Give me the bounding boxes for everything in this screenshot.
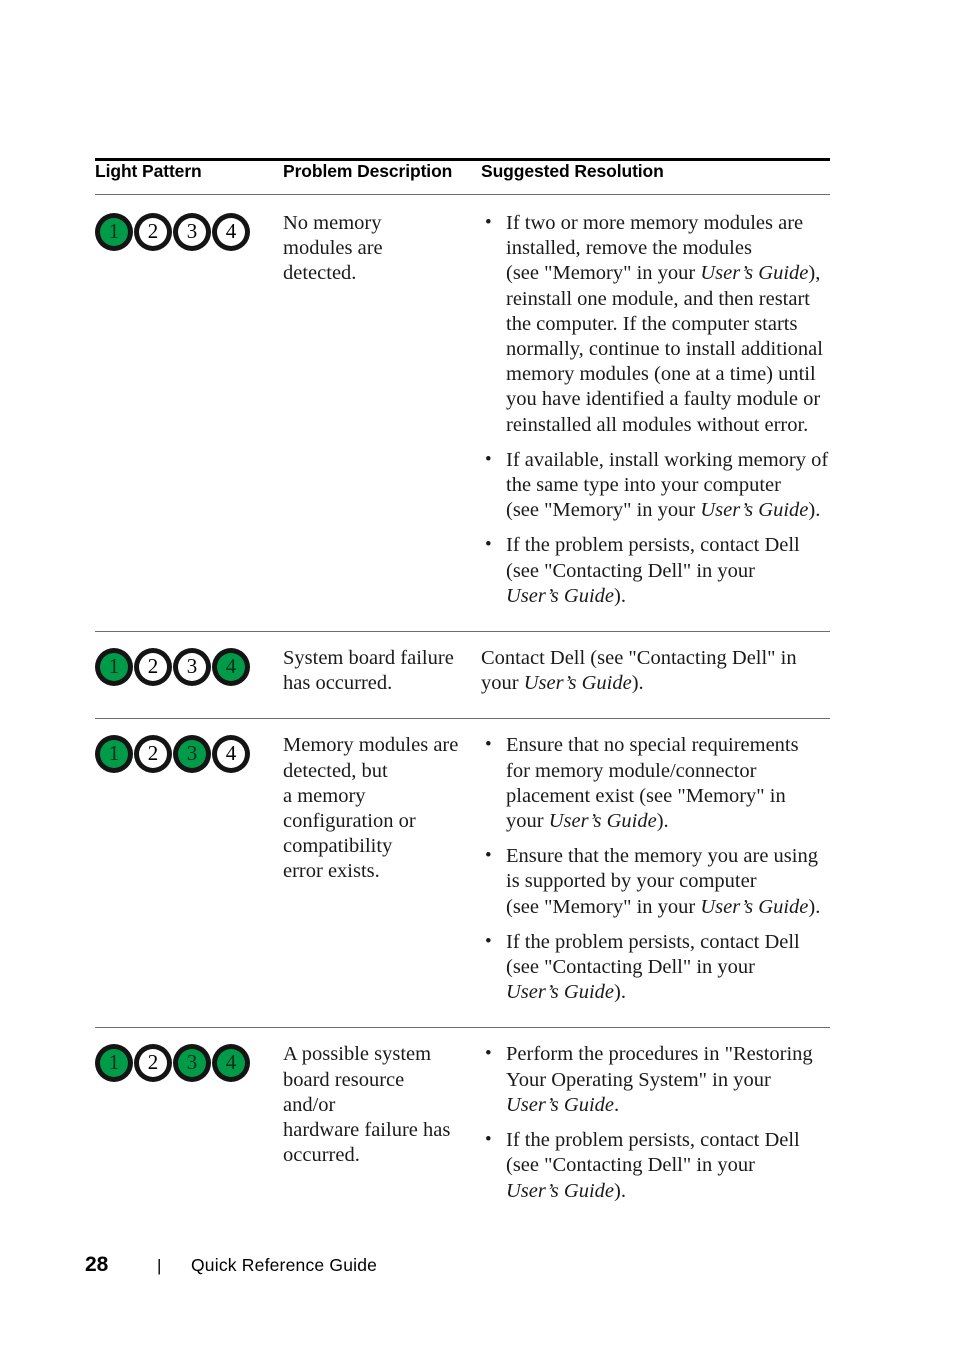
page-footer: 28 | Quick Reference Guide: [85, 1253, 377, 1277]
led-indicator-1-on: 1: [95, 1044, 133, 1083]
cell-suggested-resolution: Perform the procedures in "Restoring You…: [481, 1027, 830, 1226]
footer-document-title: Quick Reference Guide: [191, 1255, 378, 1275]
resolution-bullet-item: If the problem persists, contact Dell (s…: [481, 929, 830, 1006]
cell-light-pattern: 1234: [95, 193, 283, 632]
table-row: 1 2 3 4 Memory modules are detected, but a m…: [95, 718, 830, 1028]
diagnostic-light-table-container: Light Pattern Problem Description Sugges…: [95, 158, 830, 1226]
led-indicator-label: 1: [100, 218, 128, 246]
led-indicator-4-off: 4: [212, 213, 250, 251]
led-indicator-label: 1: [100, 1049, 128, 1078]
resolution-bullet-item: Ensure that no special requirements for …: [481, 732, 830, 834]
cell-light-pattern: 1234: [95, 718, 283, 1028]
table-header-row: Light Pattern Problem Description Sugges…: [95, 158, 830, 195]
led-indicator-2-off: 2: [134, 1044, 172, 1083]
led-indicator-label: 3: [178, 653, 206, 682]
led-indicator-2-off: 2: [134, 213, 172, 251]
italic-reference-title: User’s Guide: [506, 1179, 615, 1202]
led-indicator-group: 1234: [95, 1044, 265, 1083]
led-indicator-label: 4: [217, 653, 245, 682]
resolution-bullet-list: Ensure that no special requirements for …: [481, 732, 830, 1006]
resolution-bullet-item: If the problem persists, contact Dell (s…: [481, 532, 830, 609]
led-indicator-label: 3: [178, 1049, 206, 1078]
table-row: 1234 A possible system board resource and…: [95, 1027, 830, 1226]
cell-suggested-resolution: Ensure that no special requirements for …: [481, 718, 830, 1028]
cell-suggested-resolution: If two or more memory modules are instal…: [481, 193, 830, 632]
led-indicator-2-off: 2: [134, 648, 172, 687]
problem-description-text: Memory modules are detected, but a memor…: [283, 734, 459, 883]
led-indicator-label: 1: [100, 653, 128, 682]
table-body: 1234No memory modules are detected.If tw…: [95, 193, 830, 1226]
italic-reference-title: User’s Guide: [523, 672, 632, 695]
cell-suggested-resolution: Contact Dell (see "Contacting Dell" in y…: [481, 631, 830, 719]
resolution-bullet-item: If the problem persists, contact Dell (s…: [481, 1127, 830, 1204]
resolution-bullet-item: If available, install working memory of …: [481, 447, 830, 524]
led-indicator-group: 1234: [95, 213, 265, 251]
column-header-suggested-resolution: Suggested Resolution: [481, 158, 830, 195]
italic-reference-title: User’s Guide: [700, 262, 809, 285]
resolution-text: Contact Dell (see "Contacting Dell" in y…: [481, 647, 797, 695]
column-header-problem-description: Problem Description: [283, 158, 481, 195]
footer-page-number: 28: [85, 1253, 109, 1276]
column-header-light-pattern: Light Pattern: [95, 158, 283, 195]
italic-reference-title: User’s Guide: [700, 895, 809, 918]
led-indicator-group: 1234: [95, 735, 265, 774]
italic-reference-title: User’s Guide: [506, 584, 615, 607]
led-indicator-3-off: 3: [173, 648, 211, 687]
table-row: 1234 No memory modules are detected. If tw…: [95, 193, 830, 632]
led-indicator-label: 4: [217, 1049, 245, 1078]
resolution-bullet-item: If two or more memory modules are instal…: [481, 210, 830, 438]
table-row: 1 2 3 4 System board failure has occurred. Co…: [95, 631, 830, 719]
cell-problem-description: No memory modules are detected.: [283, 193, 481, 632]
italic-reference-title: User’s Guide: [506, 1093, 615, 1116]
led-indicator-label: 2: [139, 740, 167, 769]
problem-description-text: System board failure has occurred.: [283, 647, 454, 695]
led-indicator-1-on: 1: [95, 648, 133, 687]
led-indicator-2-off: 2: [134, 735, 172, 774]
resolution-bullet-item: Ensure that the memory you are using is …: [481, 843, 830, 920]
led-indicator-1-on: 1: [95, 213, 133, 251]
led-indicator-group: 1234: [95, 648, 265, 687]
italic-reference-title: User’s Guide: [700, 499, 809, 522]
cell-problem-description: System board failure has occurred.: [283, 631, 481, 719]
document-page: Light Pattern Problem Description Sugges…: [0, 0, 954, 1352]
led-indicator-4-on: 4: [212, 1044, 250, 1083]
resolution-bullet-list: Perform the procedures in "Restoring You…: [481, 1041, 830, 1204]
footer-separator: |: [157, 1256, 162, 1275]
cell-light-pattern: 1234: [95, 631, 283, 719]
resolution-bullet-item: Perform the procedures in "Restoring You…: [481, 1041, 830, 1118]
led-indicator-4-off: 4: [212, 735, 250, 774]
led-indicator-label: 4: [217, 218, 245, 246]
led-indicator-3-on: 3: [173, 1044, 211, 1083]
cell-light-pattern: 1234: [95, 1027, 283, 1226]
led-indicator-label: 2: [139, 218, 167, 246]
led-indicator-1-on: 1: [95, 735, 133, 774]
led-indicator-label: 1: [100, 740, 128, 769]
led-indicator-4-on: 4: [212, 648, 250, 687]
resolution-bullet-list: If two or more memory modules are instal…: [481, 210, 830, 609]
table-header: Light Pattern Problem Description Sugges…: [95, 158, 830, 195]
cell-problem-description: A possible system board resource and/or …: [283, 1027, 481, 1226]
problem-description-text: No memory modules are detected.: [283, 212, 383, 285]
italic-reference-title: User’s Guide: [506, 981, 615, 1004]
led-indicator-label: 2: [139, 1049, 167, 1078]
led-indicator-label: 4: [217, 740, 245, 769]
led-indicator-label: 2: [139, 653, 167, 682]
led-indicator-label: 3: [178, 218, 206, 246]
cell-problem-description: Memory modules are detected, but a memor…: [283, 718, 481, 1028]
led-indicator-3-on: 3: [173, 735, 211, 774]
italic-reference-title: User’s Guide: [548, 810, 657, 833]
diagnostic-light-table: Light Pattern Problem Description Sugges…: [95, 158, 830, 1226]
problem-description-text: A possible system board resource and/or …: [283, 1043, 451, 1167]
led-indicator-3-off: 3: [173, 213, 211, 251]
led-indicator-label: 3: [178, 740, 206, 769]
